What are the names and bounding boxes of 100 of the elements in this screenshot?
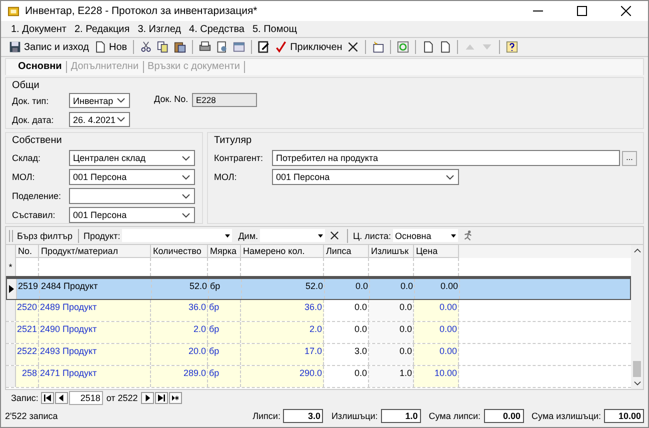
refresh-icon[interactable] xyxy=(395,39,412,55)
column-header[interactable]: Количество xyxy=(151,245,208,258)
group-title: Собствени xyxy=(12,135,63,146)
total-label: Липси: xyxy=(252,411,280,421)
table-cell: бр xyxy=(208,300,241,321)
field-label: Контрагент: xyxy=(214,153,264,163)
table-cell: 36.0 xyxy=(241,300,324,321)
vertical-scrollbar[interactable] xyxy=(631,245,643,389)
dropdown-arrow-icon xyxy=(450,234,456,238)
table-cell: 17.0 xyxy=(241,344,324,365)
combo-box[interactable]: Централен склад xyxy=(69,150,195,166)
previous-record-icon[interactable] xyxy=(55,392,68,404)
running-figure-icon[interactable] xyxy=(462,230,473,241)
table-cell: 2.0 xyxy=(241,322,324,343)
combo-box[interactable] xyxy=(69,188,195,204)
table-cell: 2471 Продукт xyxy=(39,366,151,387)
total-label: Сума липси: xyxy=(428,411,481,421)
scrollbar-thumb[interactable] xyxy=(633,361,641,377)
column-header[interactable]: No. xyxy=(16,245,39,258)
table-cell: бр xyxy=(208,322,241,343)
price-list-combo[interactable]: Основна xyxy=(392,229,458,242)
menu-item[interactable]: 1. Документ xyxy=(11,24,66,34)
record-number-field[interactable]: 2518 xyxy=(69,390,104,404)
column-header[interactable]: Излишък xyxy=(369,245,414,258)
date-picker[interactable]: 26. 4.2021 xyxy=(69,112,130,127)
table-cell: 0.0 xyxy=(370,279,415,299)
column-header[interactable]: Намерено кол. xyxy=(241,245,324,258)
checkmark-icon xyxy=(275,41,288,53)
table-cell: 2489 Продукт xyxy=(39,300,151,321)
total-field: 1.0 xyxy=(380,409,421,423)
first-record-icon[interactable] xyxy=(41,392,54,404)
table-cell: 2521 xyxy=(16,322,39,343)
clear-filter-icon[interactable] xyxy=(330,231,340,240)
column-header[interactable]: Цена xyxy=(414,245,459,258)
dropdown-arrow-icon xyxy=(318,234,324,238)
quick-filter-button[interactable]: Бърз филтър xyxy=(15,230,74,240)
table-cell: 1.0 xyxy=(369,366,414,387)
close-icon[interactable] xyxy=(621,6,631,16)
table-cell: 2522 xyxy=(16,344,39,365)
total-field: 10.00 xyxy=(604,409,644,423)
menu-item[interactable]: 4. Средства xyxy=(189,24,244,34)
table-cell: бр xyxy=(209,279,242,299)
table-cell: 2520 xyxy=(16,300,39,321)
scroll-down-icon[interactable] xyxy=(634,381,640,386)
table-cell: 36.0 xyxy=(151,300,208,321)
total-label: Сума излишъци: xyxy=(532,411,601,421)
menu-item[interactable]: 5. Помощ xyxy=(252,24,297,34)
table-cell: 289.0 xyxy=(151,366,208,387)
group-title: Титуляр xyxy=(214,135,253,146)
navigator-label: Запис: xyxy=(11,392,38,402)
table-cell: 0.0 xyxy=(369,322,414,343)
next-record-icon[interactable] xyxy=(140,392,154,404)
table-cell: 10.00 xyxy=(414,366,459,387)
app-icon xyxy=(8,6,19,16)
window-title: Инвентар, Е228 - Протокол за инвентаризация* xyxy=(25,5,258,17)
total-field: 3.0 xyxy=(283,409,324,423)
field-label: Поделение: xyxy=(12,191,62,201)
toolbar-button[interactable]: Приключен xyxy=(273,39,344,55)
help-icon[interactable] xyxy=(504,39,520,55)
last-record-icon[interactable] xyxy=(154,392,168,404)
table-cell: 2484 Продукт xyxy=(40,279,152,299)
toolbar-button[interactable]: Нов xyxy=(92,39,130,55)
total-label: Излишъци: xyxy=(331,411,378,421)
combo-box[interactable]: 001 Персона xyxy=(69,207,195,223)
dropdown-arrow-icon xyxy=(225,234,230,238)
maximize-icon[interactable] xyxy=(577,6,587,16)
column-header[interactable]: Мярка xyxy=(208,245,241,258)
scroll-up-icon[interactable] xyxy=(634,248,640,253)
column-header[interactable]: Липса xyxy=(324,245,369,258)
menu-item[interactable]: 2. Редакция xyxy=(74,24,130,34)
table-cell: 0.0 xyxy=(369,300,414,321)
table-cell: 0.00 xyxy=(414,344,459,365)
table-cell: 0.00 xyxy=(415,279,460,299)
toolbar-button[interactable]: Запис и изход xyxy=(7,39,91,55)
tab[interactable]: Основни xyxy=(14,61,67,73)
column-header[interactable]: Продукт/материал xyxy=(39,245,151,258)
menu-item[interactable]: 3. Изглед xyxy=(138,24,182,34)
page-icon xyxy=(94,41,106,53)
chevron-down-icon xyxy=(182,194,190,198)
table-cell: 0.00 xyxy=(414,300,459,321)
table-cell: 0.0 xyxy=(325,279,370,299)
doc-type-combo[interactable]: Инвентар xyxy=(69,93,130,108)
table-cell: 20.0 xyxy=(151,344,208,365)
table-cell: 2519 xyxy=(17,279,40,299)
new-record-icon[interactable] xyxy=(168,392,182,404)
table-cell: 258 xyxy=(16,366,39,387)
combo-box[interactable]: 001 Персона xyxy=(272,169,459,185)
table-cell: бр xyxy=(208,366,241,387)
chevron-down-icon xyxy=(446,174,454,180)
field-label: Док. No. xyxy=(154,94,190,104)
browse-button[interactable]: ... xyxy=(622,150,637,166)
row-header[interactable] xyxy=(7,279,17,299)
combo-box[interactable]: 001 Персона xyxy=(69,169,195,185)
doc-number-field: Е228 xyxy=(192,93,257,107)
contractor-field[interactable]: Потребител на продукта xyxy=(272,150,620,166)
field-label: Док. тип: xyxy=(12,96,50,106)
group-title: Общи xyxy=(12,80,40,91)
field-label: МОЛ: xyxy=(12,172,36,182)
field-label: Склад: xyxy=(12,153,42,163)
current-row-icon xyxy=(9,285,14,293)
